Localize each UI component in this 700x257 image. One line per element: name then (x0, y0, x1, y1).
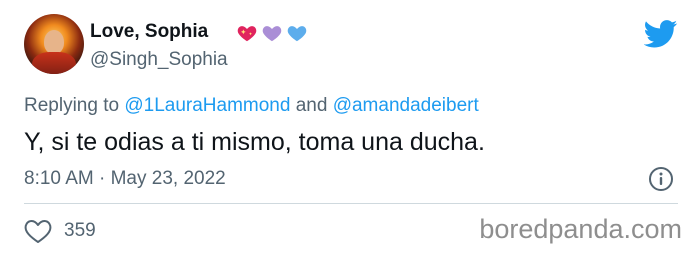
user-handle[interactable]: @Singh_Sophia (90, 49, 228, 71)
display-name[interactable]: Love, Sophia (90, 21, 208, 43)
mention-link-2[interactable]: @amandadeibert (333, 95, 479, 116)
like-count: 359 (64, 220, 96, 241)
replying-to-label: Replying to (24, 95, 120, 116)
divider (24, 203, 678, 204)
tweet-timestamp[interactable]: 8:10 AM · May 23, 2022 (24, 168, 226, 190)
heart-like-icon[interactable] (24, 218, 52, 244)
replying-to-conjunction: and (295, 95, 328, 116)
replying-to-line: Replying to @1LauraHammond and @amandade… (24, 95, 479, 117)
twitter-bird-icon[interactable] (644, 20, 678, 48)
purple-heart-icon (262, 26, 282, 42)
info-icon[interactable] (648, 166, 674, 192)
sparkling-heart-icon (237, 26, 257, 42)
mention-link-1[interactable]: @1LauraHammond (124, 95, 290, 116)
avatar-face (44, 30, 64, 54)
blue-heart-icon (287, 26, 307, 42)
avatar[interactable] (24, 14, 84, 74)
tweet-text: Y, si te odias a ti mismo, toma una duch… (24, 128, 485, 156)
avatar-costume (32, 52, 76, 74)
name-emoji-row (236, 22, 308, 44)
source-watermark: boredpanda.com (479, 214, 682, 244)
